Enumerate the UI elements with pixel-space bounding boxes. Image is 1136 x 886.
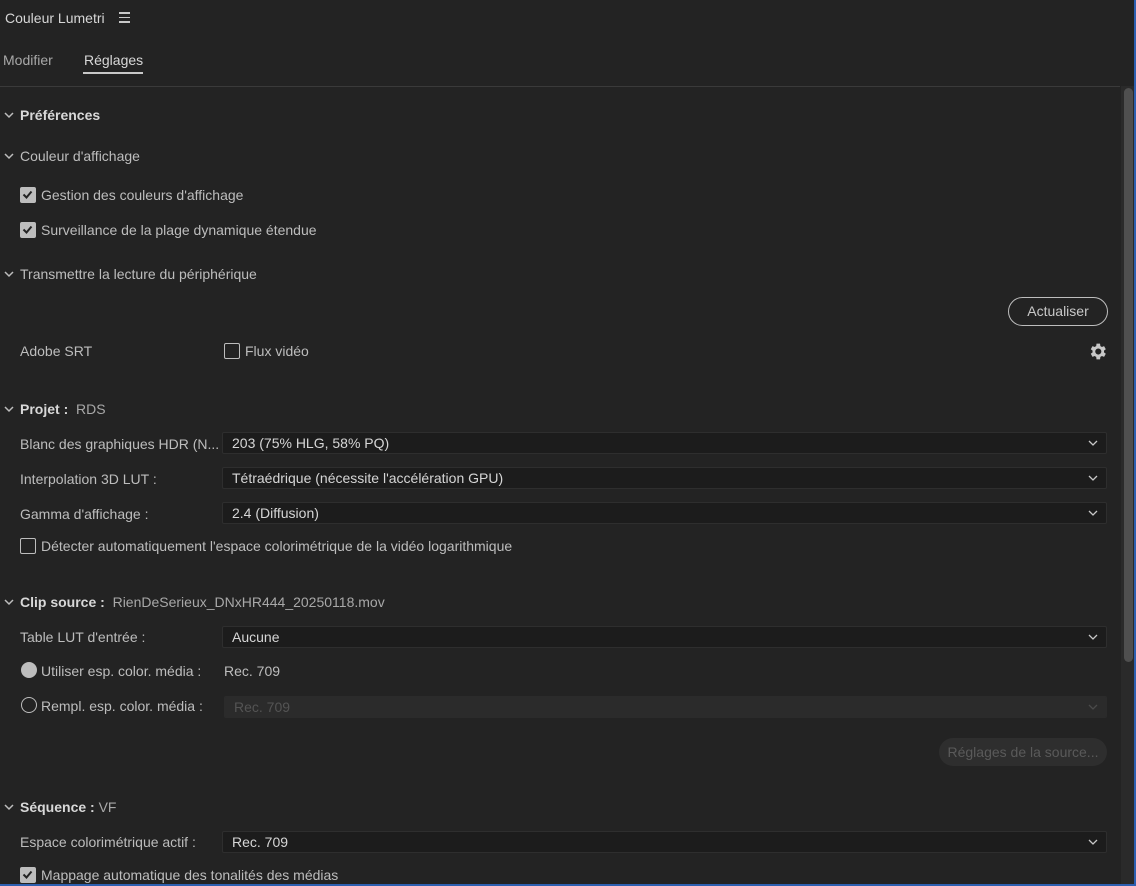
chevron-down-icon xyxy=(1088,475,1098,481)
working-space-dropdown[interactable]: Rec. 709 xyxy=(222,831,1107,853)
working-space-value: Rec. 709 xyxy=(232,834,289,850)
display-gamma-label: Gamma d'affichage : xyxy=(20,506,149,522)
scrollbar-thumb[interactable] xyxy=(1124,88,1133,662)
lut-interp-dropdown[interactable]: Tétraédrique (nécessite l'accélération G… xyxy=(222,467,1107,489)
chevron-down-icon[interactable] xyxy=(3,150,15,162)
override-media-space-radio[interactable] xyxy=(21,697,37,713)
display-gamma-dropdown[interactable]: 2.4 (Diffusion) xyxy=(222,502,1107,524)
auto-detect-log-label: Détecter automatiquement l'espace colori… xyxy=(41,538,513,554)
chevron-down-icon xyxy=(1088,704,1098,710)
chevron-down-icon xyxy=(1088,839,1098,845)
source-clip-name: RienDeSerieux_DNxHR444_20250118.mov xyxy=(112,594,385,610)
chevron-down-icon xyxy=(1088,510,1098,516)
display-gamma-value: 2.4 (Diffusion) xyxy=(232,505,319,521)
video-stream-label: Flux vidéo xyxy=(245,343,309,359)
hdr-white-value: 203 (75% HLG, 58% PQ) xyxy=(232,435,390,451)
header-divider xyxy=(0,86,1120,87)
use-media-space-label: Utiliser esp. color. média : xyxy=(41,663,202,679)
adobe-srt-label: Adobe SRT xyxy=(20,343,93,359)
working-space-label: Espace colorimétrique actif : xyxy=(20,834,196,850)
tab-modifier[interactable]: Modifier xyxy=(3,52,53,68)
lut-interp-label: Interpolation 3D LUT : xyxy=(20,471,157,487)
input-lut-label: Table LUT d'entrée : xyxy=(20,629,146,645)
active-tab-underline xyxy=(83,72,143,74)
refresh-button[interactable]: Actualiser xyxy=(1008,297,1108,326)
override-media-space-value: Rec. 709 xyxy=(234,699,291,715)
lut-interp-value: Tétraédrique (nécessite l'accélération G… xyxy=(232,470,504,486)
section-preferences[interactable]: Préférences xyxy=(20,107,100,123)
auto-tonemap-checkbox[interactable] xyxy=(20,867,36,883)
panel-title: Couleur Lumetri xyxy=(5,10,105,26)
hdr-monitoring-checkbox[interactable] xyxy=(20,222,36,238)
display-color-management-checkbox[interactable] xyxy=(20,187,36,203)
hdr-white-dropdown[interactable]: 203 (75% HLG, 58% PQ) xyxy=(222,432,1107,454)
chevron-down-icon[interactable] xyxy=(3,403,15,415)
project-name: RDS xyxy=(76,401,106,417)
hdr-white-label: Blanc des graphiques HDR (N... xyxy=(20,436,220,452)
chevron-down-icon xyxy=(1088,634,1098,640)
override-media-space-label: Rempl. esp. color. média : xyxy=(41,698,203,714)
section-display-color[interactable]: Couleur d'affichage xyxy=(20,148,140,164)
chevron-down-icon xyxy=(1088,440,1098,446)
input-lut-dropdown[interactable]: Aucune xyxy=(222,626,1107,648)
section-sequence[interactable]: Séquence : VF xyxy=(20,799,116,815)
auto-detect-log-checkbox[interactable] xyxy=(20,538,36,554)
chevron-down-icon[interactable] xyxy=(3,109,15,121)
chevron-down-icon[interactable] xyxy=(3,268,15,280)
video-stream-checkbox[interactable] xyxy=(224,343,240,359)
hamburger-icon[interactable] xyxy=(119,9,132,27)
tab-reglages[interactable]: Réglages xyxy=(84,52,143,68)
display-color-management-label: Gestion des couleurs d'affichage xyxy=(41,187,244,203)
section-source-clip[interactable]: Clip source : RienDeSerieux_DNxHR444_202… xyxy=(20,594,385,610)
use-media-space-radio[interactable] xyxy=(21,662,37,678)
sequence-name: VF xyxy=(98,799,117,815)
gear-icon[interactable] xyxy=(1087,341,1108,362)
chevron-down-icon[interactable] xyxy=(3,801,15,813)
section-device-playback[interactable]: Transmettre la lecture du périphérique xyxy=(20,266,257,282)
source-settings-button[interactable]: Réglages de la source... xyxy=(939,738,1107,766)
hdr-monitoring-label: Surveillance de la plage dynamique étend… xyxy=(41,222,317,238)
use-media-space-value: Rec. 709 xyxy=(224,663,281,679)
auto-tonemap-label: Mappage automatique des tonalités des mé… xyxy=(41,867,339,883)
override-media-space-dropdown[interactable]: Rec. 709 xyxy=(224,696,1107,718)
input-lut-value: Aucune xyxy=(232,629,280,645)
section-project[interactable]: Projet : RDS xyxy=(20,401,106,417)
chevron-down-icon[interactable] xyxy=(3,596,15,608)
